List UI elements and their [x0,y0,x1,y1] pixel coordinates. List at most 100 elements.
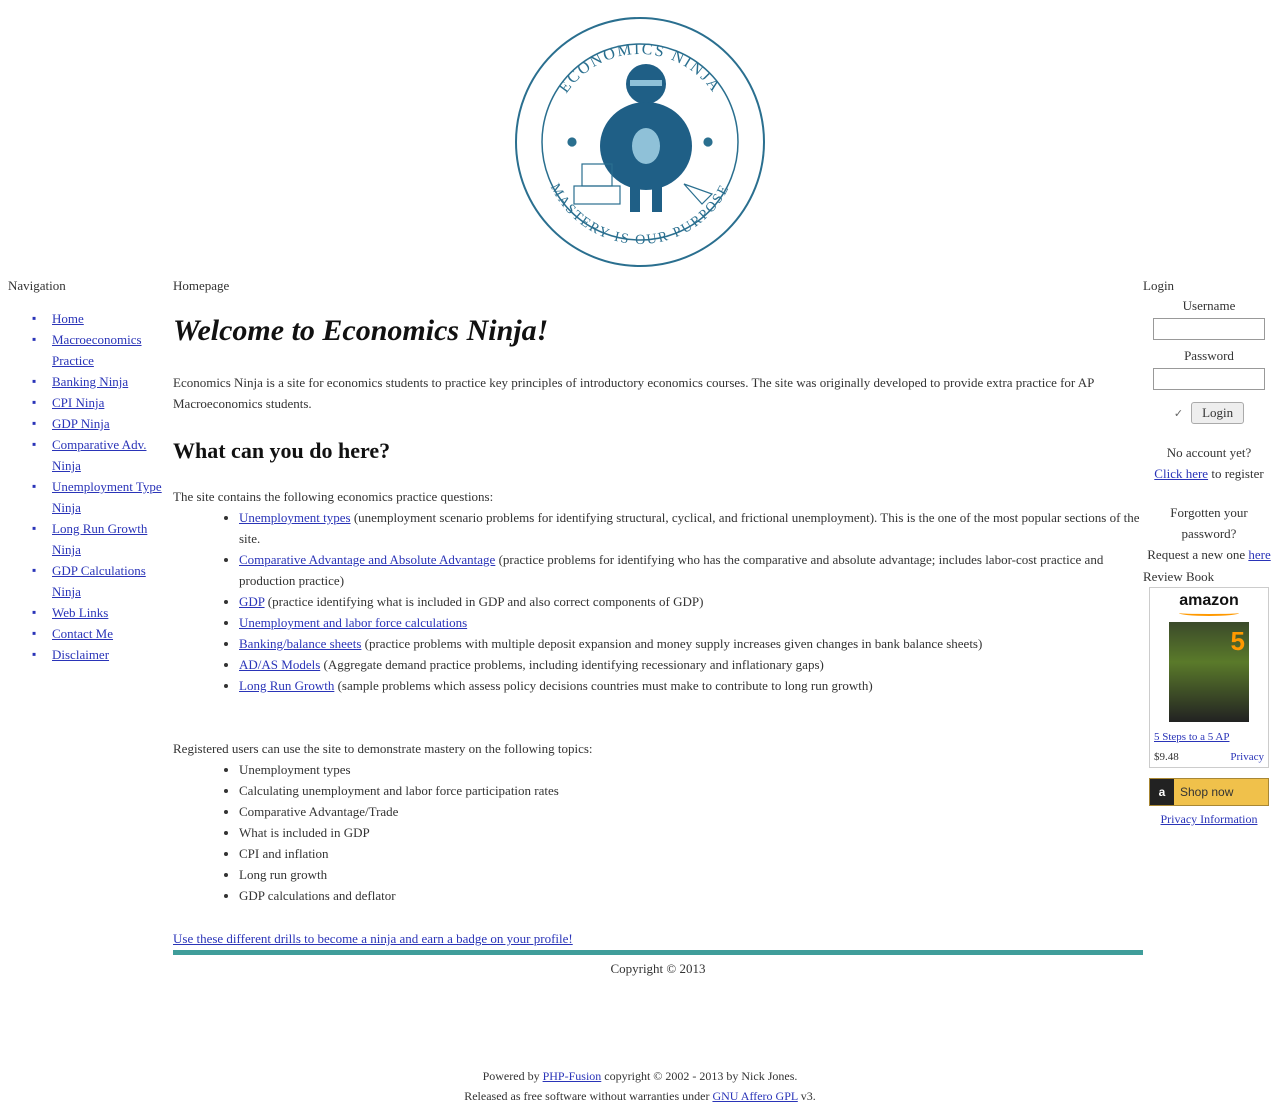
nav-link-cpi-ninja[interactable]: CPI Ninja [52,395,104,410]
nav-link-gdp-ninja[interactable]: GDP Ninja [52,416,110,431]
login-button[interactable]: Login [1191,402,1245,424]
footer-license-version: v3. [800,1089,816,1103]
book-title-link[interactable]: 5 Steps to a 5 AP [1154,731,1229,743]
nav-link-gdp-calculations-ninja[interactable]: GDP Calculations Ninja [52,563,146,599]
amazon-smile-icon [1179,610,1239,616]
nav-item-gdp-calculations-ninja: GDP Calculations Ninja [32,560,173,602]
main-content: Homepage Welcome to Economics Ninja! Eco… [173,278,1143,977]
nav-link-contact-me[interactable]: Contact Me [52,626,113,641]
intro-paragraph: Economics Ninja is a site for economics … [173,375,1094,411]
nav-item-web-links: Web Links [32,602,173,623]
username-label: Username [1182,298,1236,313]
registered-item: GDP calculations and deflator [239,885,1143,906]
remember-me-checkbox[interactable]: ✓ [1174,407,1183,420]
practice-link-gdp[interactable]: GDP [239,594,265,609]
breadcrumb: Homepage [173,278,230,293]
navigation-list: Home Macroeconomics Practice Banking Nin… [8,308,173,665]
practice-link-long-run-growth[interactable]: Long Run Growth [239,678,334,693]
nav-link-macroeconomics-practice[interactable]: Macroeconomics Practice [52,332,142,368]
shop-now-label: Shop now [1180,785,1234,799]
practice-item: Long Run Growth (sample problems which a… [239,675,1143,696]
nav-item-banking-ninja: Banking Ninja [32,371,173,392]
practice-desc: (unemployment scenario problems for iden… [239,510,1140,546]
nav-link-unemployment-type-ninja[interactable]: Unemployment Type Ninja [52,479,162,515]
practice-list: Unemployment types (unemployment scenari… [173,507,1143,696]
login-row: ✓ Login [1143,402,1275,424]
register-suffix: to register [1211,466,1264,481]
username-input[interactable] [1153,318,1265,340]
nav-item-contact-me: Contact Me [32,623,173,644]
footer-line-1: Powered by PHP-Fusion copyright © 2002 -… [0,1066,1280,1086]
php-fusion-link[interactable]: PHP-Fusion [543,1069,602,1083]
page-title: Welcome to Economics Ninja! [173,314,549,347]
register-link[interactable]: Click here [1154,466,1208,481]
nav-link-comparative-adv-ninja[interactable]: Comparative Adv. Ninja [52,437,146,473]
practice-desc: (sample problems which assess policy dec… [337,678,873,693]
nav-link-long-run-growth-ninja[interactable]: Long Run Growth Ninja [52,521,147,557]
registered-intro: Registered users can use the site to dem… [173,741,593,756]
nav-item-home: Home [32,308,173,329]
gnu-agpl-link[interactable]: GNU Affero GPL [712,1089,797,1103]
nav-item-long-run-growth-ninja: Long Run Growth Ninja [32,518,173,560]
password-label: Password [1184,348,1234,363]
practice-desc: (Aggregate demand practice problems, inc… [323,657,824,672]
forgot-password-text: Forgotten your password? [1170,505,1248,541]
password-input[interactable] [1153,368,1265,390]
practice-link-adas-models[interactable]: AD/AS Models [239,657,320,672]
economics-ninja-logo: ECONOMICS NINJA MASTERY IS OUR PURPOSE [515,17,765,267]
navigation-title: Navigation [8,278,66,293]
register-block: No account yet? Click here to register [1143,442,1275,484]
nav-item-disclaimer: Disclaimer [32,644,173,665]
practice-desc: (practice identifying what is included i… [267,594,704,609]
divider-bar [173,950,1143,955]
footer-powered-by: Powered by [482,1069,540,1083]
privacy-link[interactable]: Privacy Information [1143,812,1275,827]
practice-item: Unemployment and labor force calculation… [239,612,1143,633]
section-heading: What can you do here? [173,438,391,463]
footer-license-text: Released as free software without warran… [464,1089,710,1103]
no-account-text: No account yet? [1166,445,1252,460]
practice-item: AD/AS Models (Aggregate demand practice … [239,654,1143,675]
request-new-text: Request a new one [1147,547,1246,562]
nav-link-banking-ninja[interactable]: Banking Ninja [52,374,128,389]
nav-item-unemployment-type-ninja: Unemployment Type Ninja [32,476,173,518]
nav-item-gdp-ninja: GDP Ninja [32,413,173,434]
login-panel: Login Username Password ✓ Login No accou… [1143,278,1275,827]
practice-item: GDP (practice identifying what is includ… [239,591,1143,612]
registered-item: Unemployment types [239,759,1143,780]
registered-item: Comparative Advantage/Trade [239,801,1143,822]
nav-item-macroeconomics-practice: Macroeconomics Practice [32,329,173,371]
practice-link-comparative-advantage[interactable]: Comparative Advantage and Absolute Advan… [239,552,495,567]
practice-item: Comparative Advantage and Absolute Advan… [239,549,1143,591]
amazon-widget[interactable]: amazon 5 Steps to a 5 AP $9.48 Privacy [1149,587,1269,768]
navigation-panel: Navigation Home Macroeconomics Practice … [8,278,173,665]
nav-item-cpi-ninja: CPI Ninja [32,392,173,413]
review-book-title: Review Book [1143,569,1215,584]
registered-item: Calculating unemployment and labor force… [239,780,1143,801]
book-cover-image[interactable] [1169,622,1249,722]
forgot-block: Forgotten your password? Request a new o… [1143,502,1275,565]
practice-link-unemployment-types[interactable]: Unemployment types [239,510,351,525]
nav-link-home[interactable]: Home [52,311,84,326]
book-price: $9.48 [1154,751,1179,763]
footer-line-2: Released as free software without warran… [0,1086,1280,1106]
amazon-logo: amazon [1179,592,1239,609]
nav-link-web-links[interactable]: Web Links [52,605,108,620]
nav-item-comparative-adv-ninja: Comparative Adv. Ninja [32,434,173,476]
book-price-row: $9.48 Privacy [1154,751,1264,763]
copyright-text: Copyright © 2013 [610,961,706,976]
request-password-link[interactable]: here [1248,547,1270,562]
practice-intro: The site contains the following economic… [173,489,494,504]
practice-item: Banking/balance sheets (practice problem… [239,633,1143,654]
login-title: Login [1143,278,1175,293]
practice-link-unemployment-calculations[interactable]: Unemployment and labor force calculation… [239,615,467,630]
book-info-link[interactable]: Privacy [1230,751,1264,763]
registered-list: Unemployment types Calculating unemploym… [173,759,1143,906]
nav-link-disclaimer[interactable]: Disclaimer [52,647,109,662]
ninja-badge-link[interactable]: Use these different drills to become a n… [173,930,1143,948]
amazon-shop-button[interactable]: a Shop now [1149,778,1269,806]
practice-desc: (practice problems with multiple deposit… [364,636,983,651]
practice-link-banking[interactable]: Banking/balance sheets [239,636,361,651]
amazon-a-icon: a [1150,779,1174,805]
